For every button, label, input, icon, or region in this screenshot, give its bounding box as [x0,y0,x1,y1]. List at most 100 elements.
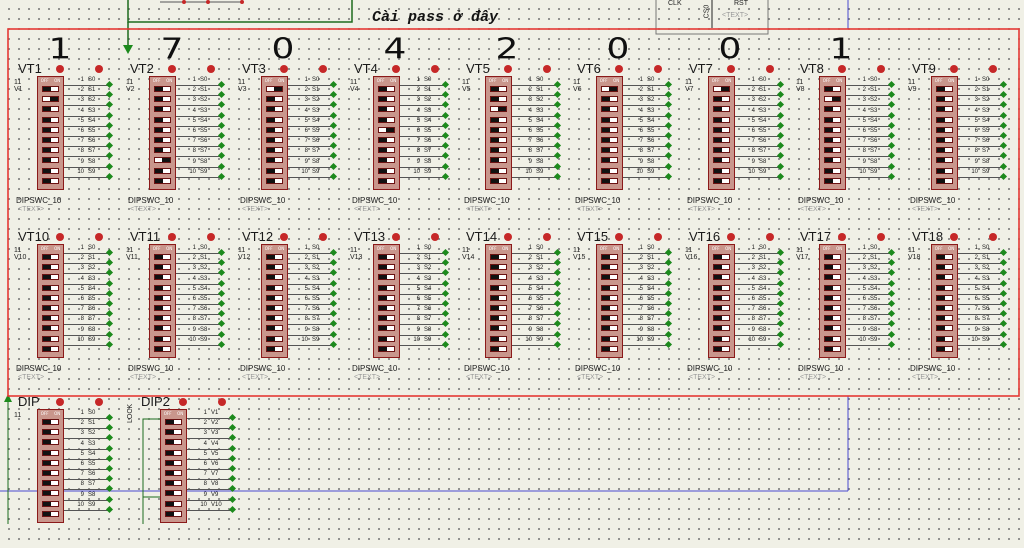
switch-knob[interactable] [825,138,834,142]
switch-slot[interactable] [601,86,618,92]
switch-knob[interactable] [267,127,276,132]
switch-knob[interactable] [714,127,723,132]
switch-knob[interactable] [491,285,500,290]
switch-slot[interactable] [713,126,730,133]
switch-slot[interactable] [936,157,953,164]
switch-knob[interactable] [379,178,388,183]
switch-slot[interactable] [824,167,841,174]
switch-slot[interactable] [42,449,59,456]
switch-knob[interactable] [379,148,388,153]
switch-slot[interactable] [490,137,507,143]
switch-knob[interactable] [166,440,175,445]
switch-knob[interactable] [155,316,164,321]
switch-slot[interactable] [936,305,953,311]
switch-knob[interactable] [43,275,52,280]
switch-slot[interactable] [490,126,507,133]
switch-knob[interactable] [937,158,946,163]
switch-slot[interactable] [165,439,182,446]
switch-knob[interactable] [602,168,611,173]
switch-slot[interactable] [936,315,953,322]
switch-knob[interactable] [43,420,52,424]
switch-slot[interactable] [42,126,59,133]
switch-slot[interactable] [378,116,395,123]
dip-switch[interactable]: VT3 11 V3 OFF ON 1 S0 2 S1 3 S2 4 S3 5 S4 6 S5 7 S6 8 S7 9 S8 1… [238,60,342,215]
switch-knob[interactable] [43,316,52,321]
switch-slot[interactable] [378,325,395,332]
switch-slot[interactable] [42,86,59,92]
switch-slot[interactable] [601,157,618,164]
switch-knob[interactable] [155,306,164,310]
switch-knob[interactable] [602,148,611,153]
switch-slot[interactable] [936,325,953,332]
switch-knob[interactable] [491,148,500,153]
switch-knob[interactable] [491,158,500,163]
switch-knob[interactable] [43,511,52,516]
switch-slot[interactable] [824,147,841,154]
switch-knob[interactable] [267,148,276,153]
switch-knob[interactable] [937,97,946,102]
switch-knob[interactable] [43,501,52,506]
switch-slot[interactable] [601,254,618,260]
switch-knob[interactable] [825,158,834,163]
switch-slot[interactable] [378,294,395,301]
switch-knob[interactable] [491,127,500,132]
switch-slot[interactable] [936,137,953,143]
switch-knob[interactable] [43,460,52,465]
switch-slot[interactable] [42,345,59,352]
switch-knob[interactable] [267,285,276,290]
switch-knob[interactable] [825,255,834,259]
switch-slot[interactable] [490,264,507,271]
switch-knob[interactable] [385,127,394,132]
dip-switch[interactable]: VT14 11 V14 OFF ON 1 S0 2 S1 3 S2 4 S3 5 S4 6 S5 7 S6 8 S7 9 S… [462,228,566,383]
switch-slot[interactable] [601,147,618,154]
switch-slot[interactable] [378,167,395,174]
switch-slot[interactable] [378,137,395,143]
switch-slot[interactable] [824,137,841,143]
switch-slot[interactable] [936,116,953,123]
switch-slot[interactable] [154,254,171,260]
switch-slot[interactable] [936,147,953,154]
switch-slot[interactable] [824,325,841,332]
switch-slot[interactable] [378,126,395,133]
switch-knob[interactable] [49,97,58,102]
switch-knob[interactable] [937,316,946,321]
switch-knob[interactable] [825,346,834,351]
switch-knob[interactable] [714,336,723,341]
switch-slot[interactable] [713,335,730,342]
switch-slot[interactable] [42,419,59,425]
switch-knob[interactable] [825,275,834,280]
switch-slot[interactable] [42,335,59,342]
switch-slot[interactable] [378,147,395,154]
switch-knob[interactable] [825,107,834,112]
switch-slot[interactable] [490,305,507,311]
switch-knob[interactable] [714,275,723,280]
switch-slot[interactable] [936,335,953,342]
switch-slot[interactable] [154,305,171,311]
dip-switch[interactable]: VT15 11 V15 OFF ON 1 S0 2 S1 3 S2 4 S3 5 S4 6 S5 7 S6 8 S7 9 S… [573,228,677,383]
switch-knob[interactable] [43,117,52,122]
switch-slot[interactable] [824,315,841,322]
switch-slot[interactable] [713,284,730,291]
switch-slot[interactable] [601,335,618,342]
switch-knob[interactable] [379,275,388,280]
switch-slot[interactable] [378,177,395,184]
switch-slot[interactable] [42,294,59,301]
switch-slot[interactable] [378,315,395,322]
switch-knob[interactable] [937,168,946,173]
switch-slot[interactable] [154,264,171,271]
switch-knob[interactable] [379,117,388,122]
switch-slot[interactable] [601,106,618,113]
switch-knob[interactable] [43,138,52,142]
switch-knob[interactable] [155,87,164,91]
switch-knob[interactable] [602,158,611,163]
switch-knob[interactable] [43,285,52,290]
switch-slot[interactable] [42,274,59,281]
switch-slot[interactable] [936,254,953,260]
switch-slot[interactable] [490,254,507,260]
switch-slot[interactable] [266,96,283,103]
switch-slot[interactable] [266,116,283,123]
switch-knob[interactable] [714,148,723,153]
dip-switch[interactable]: VT12 11 V12 OFF ON 1 S0 2 S1 3 S2 4 S3 5 S4 6 S5 7 S6 8 S7 9 S… [238,228,342,383]
switch-slot[interactable] [42,284,59,291]
switch-knob[interactable] [937,107,946,112]
